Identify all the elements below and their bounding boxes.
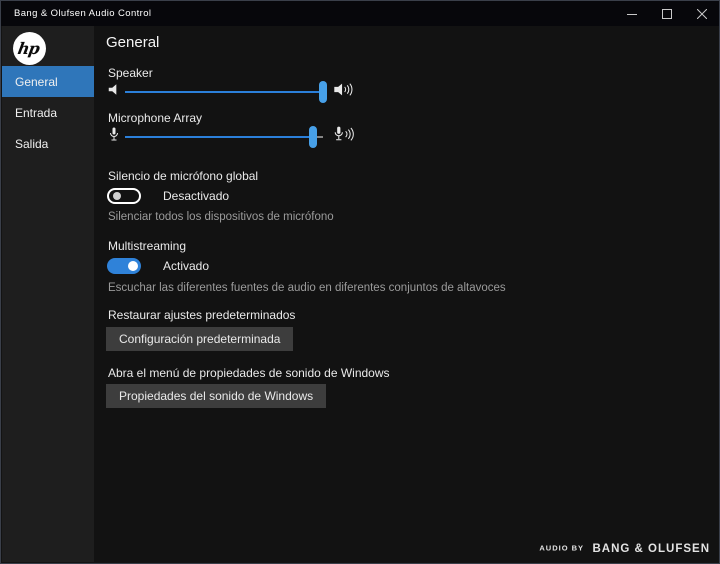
- sidebar-item-label: Entrada: [15, 105, 58, 120]
- speaker-min-icon: [107, 83, 121, 102]
- microphone-max-icon: [333, 126, 357, 148]
- multistreaming-toggle-knob: [128, 261, 138, 271]
- windows-sound-button[interactable]: Propiedades del sonido de Windows: [106, 384, 327, 408]
- mute-title: Silencio de micrófono global: [108, 169, 259, 183]
- microphone-slider-fill: [125, 136, 314, 138]
- title-bar: Bang & Olufsen Audio Control: [1, 1, 719, 26]
- hp-logo-icon: hp: [13, 32, 46, 65]
- audio-by-label: AUDIO BY: [539, 543, 585, 553]
- restore-defaults-button[interactable]: Configuración predeterminada: [106, 327, 294, 351]
- mute-toggle-knob: [113, 192, 121, 200]
- mute-toggle[interactable]: [107, 188, 141, 204]
- app-window: Bang & Olufsen Audio Control hp General …: [0, 0, 720, 564]
- multistreaming-description: Escuchar las diferentes fuentes de audio…: [108, 282, 506, 294]
- multistreaming-state-label: Activado: [163, 259, 210, 273]
- window-controls: [614, 1, 719, 26]
- maximize-icon: [661, 8, 672, 19]
- multistreaming-toggle-row: Activado: [107, 258, 209, 274]
- minimize-button[interactable]: [614, 1, 649, 26]
- brand-footer: AUDIO BY BANG & OLUFSEN: [539, 539, 710, 557]
- sidebar-item-entrada[interactable]: Entrada: [2, 97, 94, 128]
- speaker-label: Speaker: [108, 66, 153, 80]
- close-button[interactable]: [684, 1, 719, 26]
- maximize-button[interactable]: [649, 1, 684, 26]
- microphone-min-icon: [108, 127, 120, 148]
- speaker-max-icon: [333, 82, 355, 103]
- mute-toggle-row: Desactivado: [107, 188, 229, 204]
- bang-olufsen-label: BANG & OLUFSEN: [592, 543, 710, 555]
- microphone-slider-thumb[interactable]: [309, 126, 318, 148]
- speaker-slider-track[interactable]: [125, 81, 327, 103]
- sidebar-nav: General Entrada Salida: [2, 66, 94, 159]
- main-content: General Speaker Microphone Array Silenci…: [94, 26, 718, 562]
- restore-title: Restaurar ajustes predeterminados: [108, 308, 296, 322]
- mute-description: Silenciar todos los dispositivos de micr…: [108, 211, 334, 223]
- window-title: Bang & Olufsen Audio Control: [14, 8, 152, 19]
- multistreaming-toggle[interactable]: [107, 258, 141, 274]
- minimize-icon: [626, 13, 637, 15]
- hp-logo-text: hp: [16, 39, 41, 58]
- windows-sound-title: Abra el menú de propiedades de sonido de…: [108, 366, 390, 380]
- speaker-slider-thumb[interactable]: [319, 81, 327, 103]
- mute-state-label: Desactivado: [163, 189, 230, 203]
- sidebar-item-label: General: [15, 74, 58, 89]
- close-icon: [696, 8, 707, 19]
- page-title: General: [106, 34, 160, 51]
- sidebar-item-general[interactable]: General: [2, 66, 94, 97]
- multistreaming-title: Multistreaming: [108, 239, 187, 253]
- sidebar-item-label: Salida: [15, 136, 49, 151]
- microphone-slider: [94, 126, 474, 148]
- speaker-slider-fill: [125, 91, 323, 93]
- microphone-label: Microphone Array: [108, 111, 203, 125]
- sidebar-item-salida[interactable]: Salida: [2, 128, 94, 159]
- microphone-slider-track[interactable]: [125, 126, 323, 148]
- sidebar: hp General Entrada Salida: [2, 26, 94, 562]
- speaker-slider: [94, 81, 474, 103]
